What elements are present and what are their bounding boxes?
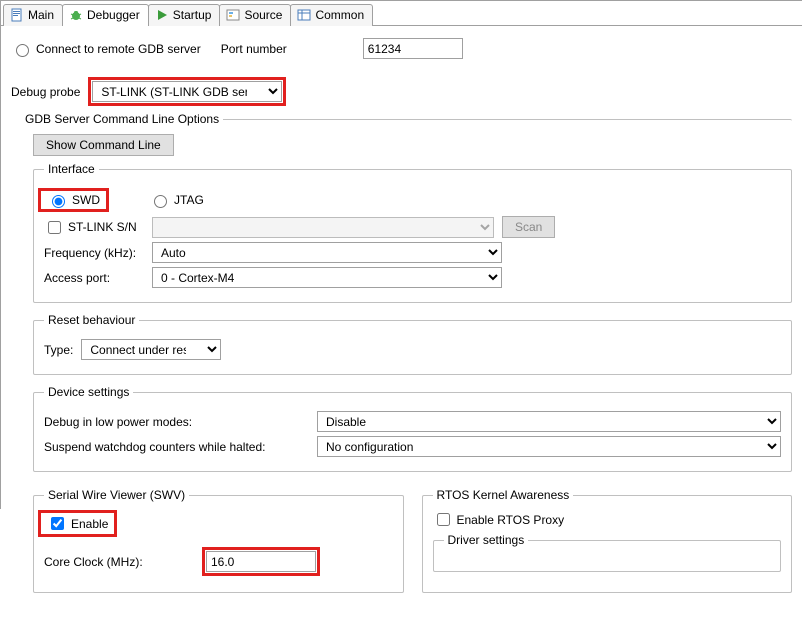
frequency-label: Frequency (kHz): xyxy=(44,246,144,260)
tab-label: Source xyxy=(244,8,282,22)
tab-startup[interactable]: Startup xyxy=(148,4,221,26)
stlink-sn-checkbox[interactable] xyxy=(48,221,61,234)
swv-enable-text: Enable xyxy=(71,517,108,531)
device-legend: Device settings xyxy=(44,385,133,399)
reset-type-label: Type: xyxy=(44,343,73,357)
core-clock-highlight xyxy=(202,547,320,576)
swd-radio[interactable] xyxy=(52,195,65,208)
core-clock-input[interactable] xyxy=(206,551,316,572)
reset-legend: Reset behaviour xyxy=(44,313,139,327)
tab-label: Common xyxy=(315,8,364,22)
swd-radio-label[interactable]: SWD xyxy=(47,192,100,208)
swv-fieldset: Serial Wire Viewer (SWV) Enable Core Clo… xyxy=(33,488,404,593)
swv-enable-highlight: Enable xyxy=(38,510,117,537)
access-port-select[interactable]: 0 - Cortex-M4 xyxy=(152,267,502,288)
scan-button[interactable]: Scan xyxy=(502,216,555,238)
swd-highlight: SWD xyxy=(38,188,109,212)
driver-settings-fieldset: Driver settings xyxy=(433,533,782,572)
swv-enable-checkbox[interactable] xyxy=(51,517,64,530)
interface-fieldset: Interface SWD JTAG xyxy=(33,162,792,303)
show-command-line-button[interactable]: Show Command Line xyxy=(33,134,174,156)
table-icon xyxy=(297,8,311,22)
bug-icon xyxy=(69,8,83,22)
reset-fieldset: Reset behaviour Type: Connect under rese… xyxy=(33,313,792,375)
tab-common[interactable]: Common xyxy=(290,4,373,26)
tab-debugger[interactable]: Debugger xyxy=(62,4,149,26)
debug-probe-select[interactable]: ST-LINK (ST-LINK GDB server) xyxy=(92,81,282,102)
reset-type-select[interactable]: Connect under reset xyxy=(81,339,221,360)
rtos-enable-checkbox[interactable] xyxy=(437,513,450,526)
port-number-input[interactable] xyxy=(363,38,463,59)
tab-label: Debugger xyxy=(87,8,140,22)
swv-enable-label[interactable]: Enable xyxy=(47,514,108,533)
rtos-enable-text: Enable RTOS Proxy xyxy=(457,513,565,527)
access-port-label: Access port: xyxy=(44,271,144,285)
stlink-sn-select[interactable] xyxy=(152,217,494,238)
connect-remote-radio-label[interactable]: Connect to remote GDB server xyxy=(11,41,201,57)
rtos-enable-label[interactable]: Enable RTOS Proxy xyxy=(433,510,782,529)
tab-label: Startup xyxy=(173,8,212,22)
low-power-select[interactable]: Disable xyxy=(317,411,781,432)
source-icon xyxy=(226,8,240,22)
interface-legend: Interface xyxy=(44,162,99,176)
core-clock-label: Core Clock (MHz): xyxy=(44,555,194,569)
tab-content-debugger: Connect to remote GDB server Port number… xyxy=(1,26,802,631)
jtag-radio[interactable] xyxy=(154,195,167,208)
rtos-legend: RTOS Kernel Awareness xyxy=(433,488,574,502)
frequency-select[interactable]: Auto xyxy=(152,242,502,263)
tab-bar: Main Debugger Startup Source Common xyxy=(1,1,802,26)
port-number-label: Port number xyxy=(221,42,287,56)
document-icon xyxy=(10,8,24,22)
connect-remote-text: Connect to remote GDB server xyxy=(36,42,201,56)
tab-source[interactable]: Source xyxy=(219,4,291,26)
swd-text: SWD xyxy=(72,193,100,207)
stlink-sn-text: ST-LINK S/N xyxy=(68,220,137,234)
driver-settings-legend: Driver settings xyxy=(444,533,529,547)
jtag-radio-label[interactable]: JTAG xyxy=(149,192,204,208)
gdb-server-fieldset: GDB Server Command Line Options Show Com… xyxy=(21,112,792,613)
connect-remote-row: Connect to remote GDB server Port number xyxy=(11,38,792,59)
debug-probe-highlight: ST-LINK (ST-LINK GDB server) xyxy=(88,77,286,106)
device-fieldset: Device settings Debug in low power modes… xyxy=(33,385,792,472)
swv-legend: Serial Wire Viewer (SWV) xyxy=(44,488,189,502)
debug-probe-row: Debug probe ST-LINK (ST-LINK GDB server) xyxy=(11,77,792,106)
tab-main[interactable]: Main xyxy=(3,4,63,26)
play-icon xyxy=(155,8,169,22)
rtos-fieldset: RTOS Kernel Awareness Enable RTOS Proxy … xyxy=(422,488,793,593)
tab-label: Main xyxy=(28,8,54,22)
debug-probe-label: Debug probe xyxy=(11,85,80,99)
watchdog-select[interactable]: No configuration xyxy=(317,436,781,457)
low-power-label: Debug in low power modes: xyxy=(44,415,309,429)
gdb-server-legend: GDB Server Command Line Options xyxy=(21,112,223,126)
jtag-text: JTAG xyxy=(174,193,204,207)
stlink-sn-check-label[interactable]: ST-LINK S/N xyxy=(44,218,144,237)
connect-remote-radio[interactable] xyxy=(16,44,29,57)
watchdog-label: Suspend watchdog counters while halted: xyxy=(44,440,309,454)
